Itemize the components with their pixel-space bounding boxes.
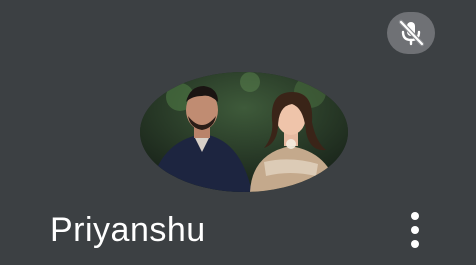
- avatar-photo: [140, 72, 348, 192]
- mic-off-indicator: [387, 12, 435, 54]
- more-vert-icon-dot: [411, 240, 419, 248]
- more-vert-icon-dot: [411, 226, 419, 234]
- participant-avatar: [140, 72, 348, 192]
- more-vert-icon: [411, 212, 419, 220]
- more-options-button[interactable]: [400, 208, 430, 252]
- participant-tile: Priyanshu: [0, 0, 476, 265]
- mic-off-icon: [398, 19, 425, 47]
- participant-name: Priyanshu: [50, 211, 206, 249]
